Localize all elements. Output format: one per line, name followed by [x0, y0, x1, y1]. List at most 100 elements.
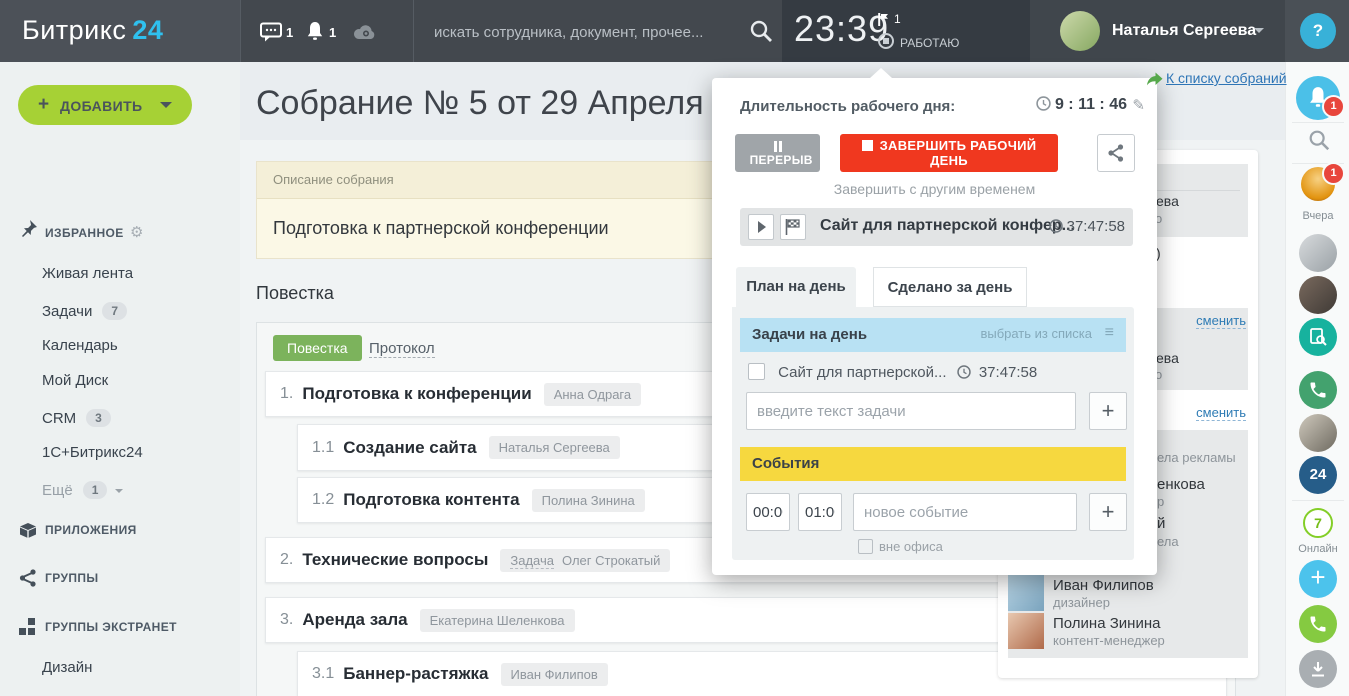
chevron-down-icon — [115, 489, 123, 493]
choose-from-list-link[interactable]: выбрать из списка — [980, 326, 1092, 341]
logo-24: 24 — [132, 15, 163, 45]
tasks-section-header: Задачи на день выбрать из списка ≡ — [740, 318, 1126, 352]
bell-count[interactable]: 1 — [329, 25, 336, 40]
new-task-input[interactable] — [746, 392, 1076, 430]
user-name[interactable]: Наталья Сергеева — [1112, 22, 1256, 40]
back-to-meetings-link[interactable]: К списку собраний — [1166, 70, 1287, 86]
tab-protocol[interactable]: Протокол — [369, 340, 435, 358]
topbar: Битрикс24 1 1 23:39 1 РАБОТАЮ Н — [0, 0, 1349, 62]
sidebar-item-label: Мой Диск — [42, 372, 108, 389]
sidebar-section-extranet-groups[interactable]: ГРУППЫ ЭКСТРАНЕТ — [45, 620, 177, 634]
event-time-to-input[interactable] — [798, 493, 842, 531]
tab-plan-for-day[interactable]: План на день — [736, 267, 856, 307]
help-button[interactable]: ? — [1300, 13, 1336, 49]
tab-agenda[interactable]: Повестка — [273, 335, 362, 361]
download-button[interactable] — [1299, 650, 1337, 688]
contact-avatar[interactable] — [1299, 414, 1337, 452]
new-event-input[interactable] — [853, 493, 1077, 531]
sidebar-item-my-disk[interactable]: Мой Диск — [42, 372, 108, 389]
out-of-office-checkbox[interactable] — [858, 539, 873, 554]
user-avatar[interactable] — [1060, 11, 1100, 51]
sidebar-section-groups[interactable]: ГРУППЫ — [45, 571, 99, 585]
finish-flag-button[interactable] — [780, 214, 806, 240]
person-name: Олег Строкатый — [562, 553, 660, 568]
text-fragment: ева — [1156, 193, 1179, 209]
hamburger-icon[interactable]: ≡ — [1105, 324, 1114, 342]
sidebar-item-tasks[interactable]: Задачи7 — [42, 302, 127, 320]
search-rail-button[interactable] — [1307, 128, 1331, 152]
invite-plus-button[interactable]: + — [1299, 560, 1337, 598]
change-link[interactable]: сменить — [1196, 405, 1246, 421]
task-checkbox-row: Сайт для партнерской... 37:47:58 — [748, 363, 1037, 381]
help-block: ? — [1285, 0, 1349, 62]
sidebar-item-more[interactable]: Ещё1 — [42, 481, 123, 499]
person-badge[interactable]: Наталья Сергеева — [489, 436, 620, 459]
worktime-clock-block[interactable]: 23:39 1 РАБОТАЮ — [782, 0, 1030, 62]
chat-count[interactable]: 1 — [286, 25, 293, 40]
search-icon[interactable] — [748, 18, 774, 49]
phone-call-button[interactable] — [1299, 605, 1337, 643]
add-button[interactable]: + ДОБАВИТЬ — [18, 85, 192, 125]
sidebar-item-1c-bitrix24[interactable]: 1С+Битрикс24 — [42, 444, 143, 461]
notifications-count-badge: 1 — [1322, 95, 1345, 118]
member-name[interactable]: Полина Зинина — [1053, 615, 1160, 632]
tab-done-for-day[interactable]: Сделано за день — [873, 267, 1027, 307]
add-event-button[interactable]: + — [1089, 493, 1127, 531]
person-badge[interactable]: Иван Филипов — [501, 663, 608, 686]
sidebar-item-live-feed[interactable]: Живая лента — [42, 265, 133, 282]
sidebar-item-label: Дизайн — [42, 659, 92, 676]
logo[interactable]: Битрикс24 — [22, 15, 163, 46]
finish-other-time-link[interactable]: Завершить с другим временем — [712, 181, 1157, 197]
call-contact-button[interactable] — [1299, 371, 1337, 409]
chat-unread-badge: 1 — [1322, 162, 1345, 185]
sidebar-item-label: 1С+Битрикс24 — [42, 444, 143, 461]
share-button[interactable] — [1097, 134, 1135, 172]
pencil-icon[interactable]: ✎ — [1132, 96, 1145, 114]
logo-area: Битрикс24 — [0, 0, 240, 62]
person-badge[interactable]: Анна Одрага — [544, 383, 641, 406]
chevron-down-icon — [1254, 28, 1264, 33]
finish-workday-button[interactable]: ЗАВЕРШИТЬ РАБОЧИЙ ДЕНЬ — [840, 134, 1058, 172]
favorites-header[interactable]: ИЗБРАННОЕ — [45, 226, 124, 240]
doc-search-button[interactable] — [1299, 318, 1337, 356]
bitrix24-badge[interactable]: 24 — [1299, 456, 1337, 494]
task-checkbox[interactable] — [748, 363, 765, 380]
change-link[interactable]: сменить — [1196, 313, 1246, 329]
member-avatar[interactable] — [1008, 613, 1044, 649]
gear-icon[interactable]: ⚙ — [130, 223, 143, 241]
sidebar-section-apps[interactable]: ПРИЛОЖЕНИЯ — [45, 523, 137, 537]
reply-arrow-icon — [1146, 72, 1163, 91]
flag-icon — [878, 13, 889, 31]
break-button[interactable]: ПЕРЕРЫВ — [735, 134, 820, 172]
sidebar-item-calendar[interactable]: Календарь — [42, 337, 118, 354]
sidebar-item-label: Живая лента — [42, 265, 133, 282]
search-input[interactable] — [432, 0, 736, 64]
item-number: 3.1 — [312, 665, 334, 683]
current-task-title[interactable]: Сайт для партнерской конфер... — [820, 217, 1075, 235]
person-badge[interactable]: Полина Зинина — [532, 489, 645, 512]
text-fragment: р — [1157, 494, 1164, 509]
add-task-button[interactable]: + — [1089, 392, 1127, 430]
person-badge[interactable]: Екатерина Шеленкова — [420, 609, 575, 632]
event-time-from-input[interactable] — [746, 493, 790, 531]
bell-icon[interactable] — [306, 21, 324, 46]
member-avatar[interactable] — [1008, 575, 1044, 611]
contact-avatar[interactable] — [1299, 234, 1337, 272]
member-name[interactable]: Иван Филипов — [1053, 577, 1154, 594]
person-badge[interactable]: Задача Олег Строкатый — [500, 549, 670, 572]
play-button[interactable] — [748, 214, 774, 240]
status-record-icon — [878, 33, 894, 49]
sidebar-item-crm[interactable]: CRM3 — [42, 409, 111, 427]
bitrix24-app: Битрикс24 1 1 23:39 1 РАБОТАЮ Н — [0, 0, 1349, 696]
contact-avatar[interactable] — [1299, 276, 1337, 314]
task-link[interactable]: Задача — [510, 553, 554, 569]
events-section-header: События — [740, 447, 1126, 481]
task-label[interactable]: Сайт для партнерской... — [778, 364, 946, 381]
sidebar-item-design[interactable]: Дизайн — [42, 659, 92, 676]
chat-icon[interactable] — [260, 22, 282, 47]
cloud-drive-icon[interactable] — [352, 23, 378, 46]
yesterday-label: Вчера — [1286, 210, 1349, 222]
play-icon — [758, 221, 766, 233]
online-count-badge[interactable]: 7 — [1303, 508, 1333, 538]
user-block[interactable]: Наталья Сергеева — [1030, 0, 1285, 62]
